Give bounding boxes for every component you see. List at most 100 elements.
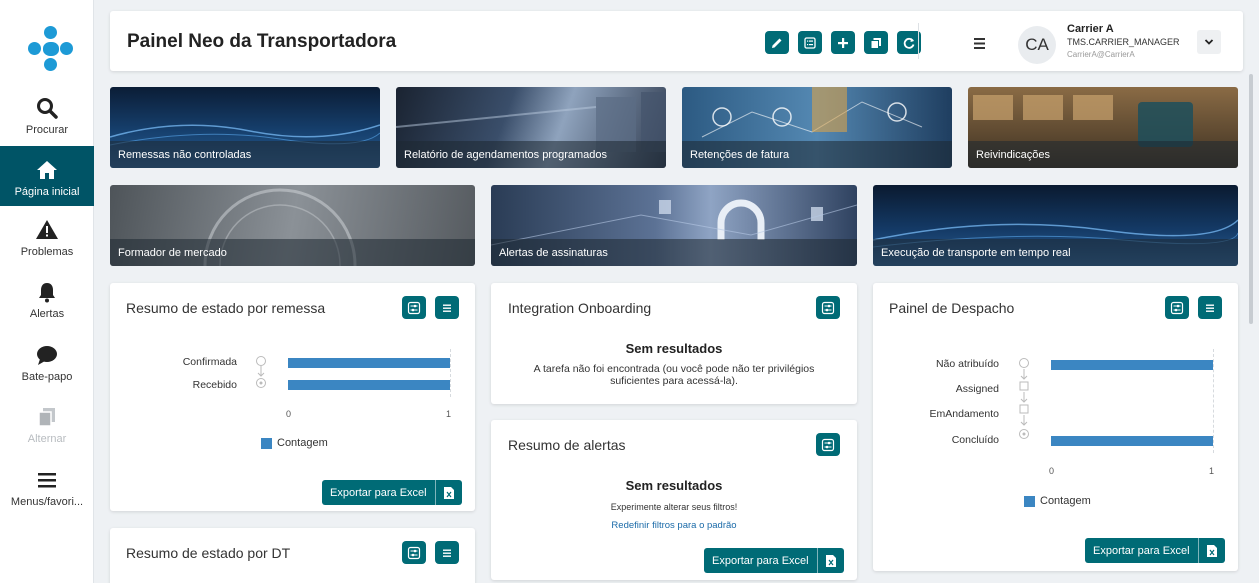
list-button[interactable] bbox=[798, 31, 822, 54]
excel-file-icon bbox=[1206, 544, 1217, 557]
sidebar-item-switch[interactable]: Alternar bbox=[0, 405, 94, 449]
sidebar-item-label: Bate-papo bbox=[21, 371, 73, 383]
no-results-heading: Sem resultados bbox=[625, 341, 723, 356]
sidebar-item-label: Alertas bbox=[29, 308, 65, 320]
page-title: Painel Neo da Transportadora bbox=[127, 31, 397, 52]
chart-bar[interactable] bbox=[1051, 360, 1213, 370]
legend-swatch bbox=[261, 438, 272, 449]
switch-icon bbox=[38, 408, 55, 427]
avatar[interactable]: CA bbox=[1018, 26, 1056, 64]
warning-icon bbox=[36, 220, 58, 239]
tile-invoice-holds[interactable]: Retenções de fatura bbox=[682, 87, 952, 168]
tile-market-maker[interactable]: Formador de mercado bbox=[110, 185, 475, 266]
card-dispatch-panel: Painel de Despacho Não atribuído Assigne… bbox=[873, 283, 1238, 571]
excel-file-icon bbox=[825, 554, 836, 567]
menu-button[interactable] bbox=[435, 296, 459, 319]
plus-icon bbox=[838, 37, 848, 48]
menu-button[interactable] bbox=[1198, 296, 1222, 319]
filter-settings-button[interactable] bbox=[402, 541, 426, 564]
legend-swatch bbox=[1024, 496, 1035, 507]
chart-tick-label: 0 bbox=[286, 409, 292, 419]
hamburger-icon[interactable] bbox=[968, 33, 992, 53]
page-header: Painel Neo da Transportadora CA Carrier … bbox=[110, 11, 1243, 71]
home-icon bbox=[37, 161, 57, 179]
filter-settings-button[interactable] bbox=[816, 296, 840, 319]
sidebar-item-problems[interactable]: Problemas bbox=[0, 218, 94, 262]
user-menu-dropdown[interactable] bbox=[1197, 30, 1221, 54]
export-excel-button[interactable]: Exportar para Excel bbox=[1085, 538, 1225, 563]
sidebar-item-menus[interactable]: Menus/favori... bbox=[0, 468, 94, 512]
pencil-icon bbox=[772, 38, 782, 48]
tile-label: Retenções de fatura bbox=[682, 141, 952, 168]
menu-icon bbox=[38, 473, 56, 488]
sliders-icon bbox=[407, 546, 421, 559]
card-alerts-summary: Resumo de alertas Sem resultados Experim… bbox=[491, 420, 857, 580]
filter-settings-button[interactable] bbox=[402, 296, 426, 319]
chart-category-label: Recebido bbox=[192, 379, 237, 391]
sidebar-item-label: Página inicial bbox=[14, 186, 80, 198]
tile-label: Alertas de assinaturas bbox=[491, 239, 857, 266]
app-logo[interactable] bbox=[28, 26, 74, 72]
chart-bar[interactable] bbox=[288, 358, 450, 368]
legend-label: Contagem bbox=[277, 437, 328, 449]
user-email: CarrierA@CarrierA bbox=[1067, 50, 1135, 59]
menu-icon bbox=[1206, 304, 1214, 312]
tile-untracked-shipments[interactable]: Remessas não controladas bbox=[110, 87, 380, 168]
no-results-heading: Sem resultados bbox=[625, 478, 723, 493]
export-excel-button[interactable]: Exportar para Excel bbox=[322, 480, 462, 505]
filter-settings-button[interactable] bbox=[1165, 296, 1189, 319]
sidebar-item-alerts[interactable]: Alertas bbox=[0, 280, 94, 324]
sidebar-item-home[interactable]: Página inicial bbox=[0, 146, 94, 206]
export-label: Exportar para Excel bbox=[322, 480, 436, 505]
sidebar-item-chat[interactable]: Bate-papo bbox=[0, 343, 94, 387]
filter-settings-button[interactable] bbox=[816, 433, 840, 456]
edit-button[interactable] bbox=[765, 31, 789, 54]
chart-bar[interactable] bbox=[1051, 436, 1213, 446]
add-button[interactable] bbox=[831, 31, 855, 54]
tile-claims[interactable]: Reivindicações bbox=[968, 87, 1238, 168]
menu-icon bbox=[443, 549, 451, 557]
tile-signature-alerts[interactable]: Alertas de assinaturas bbox=[491, 185, 857, 266]
sidebar-item-label: Procurar bbox=[25, 124, 69, 136]
legend-label: Contagem bbox=[1040, 495, 1091, 507]
reset-filters-link[interactable]: Redefinir filtros para o padrão bbox=[491, 520, 857, 531]
card-status-by-shipment: Resumo de estado por remessa Confirmada … bbox=[110, 283, 475, 511]
sidebar-item-label: Problemas bbox=[20, 246, 74, 258]
sidebar: Procurar Página inicial Problemas Alerta… bbox=[0, 0, 94, 583]
tile-realtime-transport[interactable]: Execução de transporte em tempo real bbox=[873, 185, 1238, 266]
chart-tick-label: 0 bbox=[1049, 466, 1055, 476]
chart-category-label: Concluído bbox=[951, 434, 999, 446]
tile-label: Reivindicações bbox=[968, 141, 1238, 168]
card-status-by-dt: Resumo de estado por DT bbox=[110, 528, 475, 583]
refresh-icon bbox=[903, 37, 915, 49]
chart-category-label: Confirmada bbox=[182, 356, 237, 368]
chat-icon bbox=[37, 346, 57, 365]
status-flow-icon bbox=[256, 356, 266, 388]
header-divider bbox=[918, 23, 919, 59]
card-title: Resumo de estado por DT bbox=[126, 545, 291, 561]
user-name: Carrier A bbox=[1067, 23, 1114, 35]
list-icon bbox=[804, 36, 816, 49]
chart-gridline bbox=[1213, 349, 1214, 453]
sliders-icon bbox=[1170, 301, 1184, 314]
tile-scheduled-appointments[interactable]: Relatório de agendamentos programados bbox=[396, 87, 666, 168]
bell-icon bbox=[39, 283, 55, 303]
menu-button[interactable] bbox=[435, 541, 459, 564]
chart-bar[interactable] bbox=[288, 380, 450, 390]
tile-label: Remessas não controladas bbox=[110, 141, 380, 168]
card-title: Resumo de estado por remessa bbox=[126, 300, 326, 316]
card-integration-onboarding: Integration Onboarding Sem resultados A … bbox=[491, 283, 857, 404]
no-results-message: A tarefa não foi encontrada (ou você pod… bbox=[533, 363, 815, 387]
tile-label: Relatório de agendamentos programados bbox=[396, 141, 666, 168]
chart-category-label: Não atribuído bbox=[935, 358, 999, 370]
excel-file-icon bbox=[443, 486, 454, 499]
sidebar-item-search[interactable]: Procurar bbox=[0, 96, 94, 144]
sliders-icon bbox=[821, 438, 835, 451]
export-excel-button[interactable]: Exportar para Excel bbox=[704, 548, 844, 573]
page-scrollbar[interactable] bbox=[1249, 74, 1253, 324]
user-role: TMS.CARRIER_MANAGER bbox=[1067, 37, 1180, 47]
status-flow-icon bbox=[1019, 358, 1029, 439]
chart-tick-label: 1 bbox=[446, 409, 452, 419]
chevron-down-icon bbox=[1204, 39, 1214, 45]
copy-button[interactable] bbox=[864, 31, 888, 54]
